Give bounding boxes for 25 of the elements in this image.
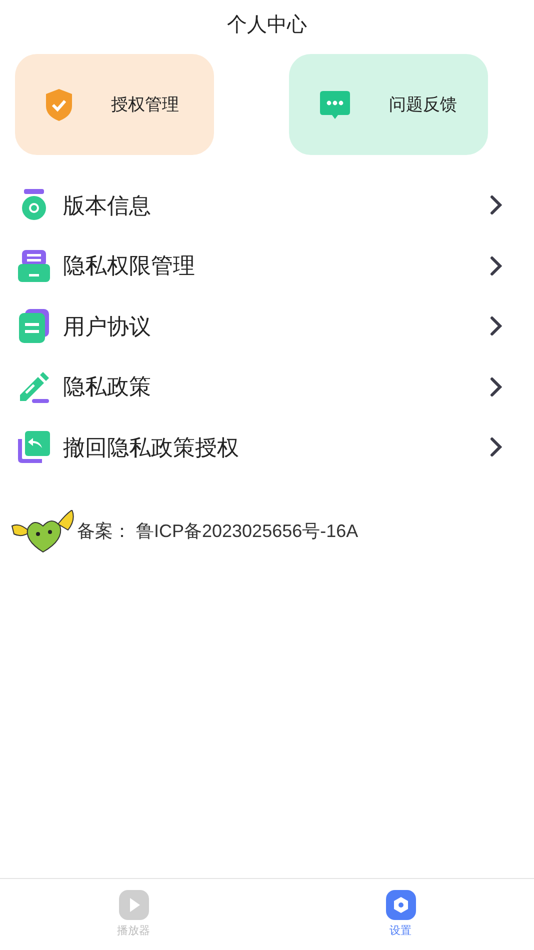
drawer-icon (18, 250, 50, 282)
chevron-right-icon (490, 256, 502, 276)
menu-item[interactable]: 隐私政策 (0, 356, 534, 417)
menu-item[interactable]: 撤回隐私政策授权 (0, 417, 534, 478)
menu-item[interactable]: 用户协议 (0, 296, 534, 356)
chevron-right-icon (490, 376, 502, 397)
menu-item[interactable]: 版本信息 (0, 175, 534, 236)
document-icon (19, 309, 49, 344)
feature-card[interactable]: 授权管理 (15, 54, 214, 155)
undo-document-icon (18, 431, 50, 464)
page-title: 个人中心 (227, 13, 307, 38)
medal-icon (19, 189, 49, 222)
menu-item[interactable]: 隐私权限管理 (0, 236, 534, 296)
feature-card[interactable]: 问题反馈 (289, 54, 488, 155)
play-icon (118, 890, 148, 920)
tab-item[interactable]: 设置 (267, 879, 534, 950)
chevron-right-icon (490, 437, 502, 458)
chevron-right-icon (490, 195, 502, 216)
chat-bubble-icon (319, 88, 351, 120)
pencil-icon (18, 370, 50, 403)
settings-icon (386, 890, 416, 920)
icp-record-text: 备案： 鲁ICP备2023025656号-16A (77, 520, 358, 543)
mascot-icon (10, 510, 76, 554)
chevron-right-icon (490, 316, 502, 336)
shield-check-icon (45, 88, 73, 122)
